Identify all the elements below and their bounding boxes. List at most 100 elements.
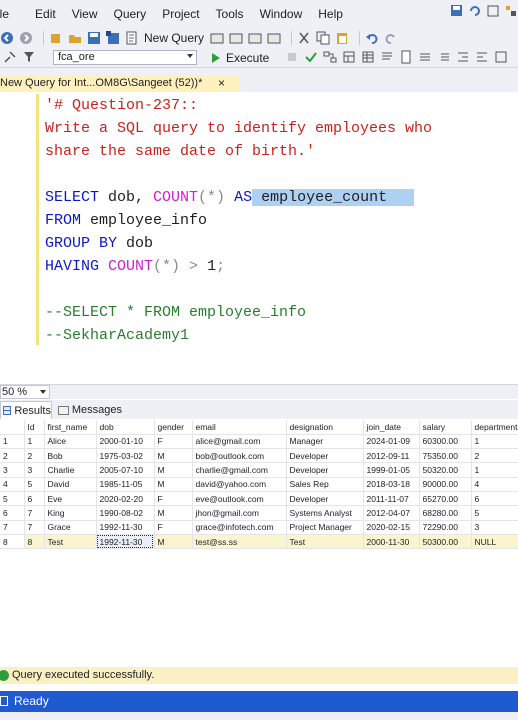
table-cell[interactable]: Alice bbox=[44, 434, 97, 450]
paste-icon[interactable] bbox=[335, 31, 349, 45]
table-row[interactable]: 6 7 King 1990-08-02 Mjhon@gmail.com Systems A… bbox=[0, 505, 518, 521]
table-cell[interactable]: grace@infotech.com bbox=[192, 520, 287, 535]
table-cell[interactable]: 8 bbox=[24, 534, 45, 550]
execute-button[interactable]: Execute bbox=[212, 50, 269, 65]
table-cell[interactable]: 6 bbox=[24, 491, 45, 507]
menu-project[interactable]: Project bbox=[162, 7, 209, 21]
table-row[interactable]: 3 3 Charlie 2005-07-10 Mcharlie@gmail.com Dev… bbox=[0, 462, 518, 478]
table-cell[interactable]: Manager bbox=[286, 434, 364, 450]
table-cell[interactable]: 2024-01-09 bbox=[363, 434, 420, 450]
table-cell[interactable]: 1 bbox=[24, 434, 45, 450]
parse-icon[interactable] bbox=[304, 50, 318, 64]
redo-icon[interactable] bbox=[384, 31, 398, 45]
table-cell[interactable]: Developer bbox=[286, 448, 364, 464]
column-header[interactable]: Id bbox=[24, 420, 45, 435]
column-header[interactable]: department bbox=[471, 420, 518, 435]
table-cell[interactable]: 75350.00 bbox=[419, 448, 472, 464]
table-cell[interactable]: 1999-01-05 bbox=[363, 462, 420, 478]
column-header[interactable] bbox=[0, 420, 25, 435]
table-cell[interactable]: 2 bbox=[471, 448, 518, 464]
table-cell[interactable]: 50320.00 bbox=[419, 462, 472, 478]
table-cell[interactable]: F bbox=[154, 434, 193, 450]
table-cell[interactable]: charlie@gmail.com bbox=[192, 462, 287, 478]
table-cell[interactable]: 2005-07-10 bbox=[96, 462, 155, 478]
specify-values-icon[interactable] bbox=[494, 50, 508, 64]
table-cell[interactable]: Eve bbox=[44, 491, 97, 507]
row-number[interactable]: 7 bbox=[0, 520, 25, 535]
stop-icon[interactable] bbox=[285, 50, 299, 64]
table-cell[interactable]: 1990-08-02 bbox=[96, 505, 155, 521]
table-cell[interactable]: 2012-04-07 bbox=[363, 505, 420, 521]
properties-icon[interactable] bbox=[504, 4, 518, 18]
table-row[interactable]: 1 1 Alice 2000-01-10 Falice@gmail.com Manager… bbox=[0, 434, 518, 450]
menu-view[interactable]: View bbox=[72, 7, 108, 21]
close-icon[interactable]: × bbox=[218, 75, 225, 92]
forward-icon[interactable] bbox=[19, 31, 33, 45]
table-row[interactable]: 2 2 Bob 1975-03-02 Mbob@outlook.com Developer… bbox=[0, 448, 518, 464]
table-row[interactable]: 8 8 Test 1992-11-30 Mtest@ss.ss Test 2000-11-3… bbox=[0, 534, 518, 550]
zoom-select[interactable]: 50 % bbox=[0, 385, 50, 399]
table-cell[interactable]: alice@gmail.com bbox=[192, 434, 287, 450]
table-cell[interactable]: david@yahoo.com bbox=[192, 477, 287, 492]
table-cell[interactable]: 72290.00 bbox=[419, 520, 472, 535]
table-cell[interactable]: 60300.00 bbox=[419, 434, 472, 450]
table-cell[interactable]: 1975-03-02 bbox=[96, 448, 155, 464]
table-cell[interactable]: M bbox=[154, 505, 193, 521]
query-design-icon[interactable] bbox=[342, 50, 356, 64]
menu-query[interactable]: Query bbox=[114, 7, 157, 21]
table-cell[interactable]: M bbox=[154, 534, 193, 550]
table-cell[interactable]: Bob bbox=[44, 448, 97, 464]
table-cell[interactable]: 50300.00 bbox=[419, 534, 472, 550]
menu-window[interactable]: Window bbox=[260, 7, 313, 21]
dmx-query-icon[interactable] bbox=[229, 31, 243, 45]
new-query-icon[interactable] bbox=[125, 31, 139, 45]
table-cell[interactable]: 2018-03-18 bbox=[363, 477, 420, 492]
table-row[interactable]: 7 7 Grace 1992-11-30 Fgrace@infotech.com Proj… bbox=[0, 520, 518, 535]
tab-results[interactable]: Results bbox=[0, 401, 52, 419]
column-header[interactable]: email bbox=[192, 420, 287, 435]
row-number[interactable]: 5 bbox=[0, 491, 25, 507]
table-cell[interactable]: 1 bbox=[471, 434, 518, 450]
copy-icon[interactable] bbox=[316, 31, 330, 45]
undo-icon[interactable] bbox=[365, 31, 379, 45]
table-cell[interactable]: 5 bbox=[471, 505, 518, 521]
table-cell[interactable]: 1985-11-05 bbox=[96, 477, 155, 492]
table-cell[interactable]: test@ss.ss bbox=[192, 534, 287, 550]
column-header[interactable]: dob bbox=[96, 420, 155, 435]
table-row[interactable]: 4 5 David 1985-11-05 Mdavid@yahoo.com Sales R… bbox=[0, 477, 518, 492]
new-query-button[interactable]: New Query bbox=[144, 31, 204, 45]
table-cell[interactable]: bob@outlook.com bbox=[192, 448, 287, 464]
table-cell[interactable]: Developer bbox=[286, 491, 364, 507]
database-select[interactable]: fca_ore bbox=[53, 50, 197, 65]
decrease-indent-icon[interactable] bbox=[456, 50, 470, 64]
table-cell[interactable]: Sales Rep bbox=[286, 477, 364, 492]
xmla-query-icon[interactable] bbox=[248, 31, 262, 45]
table-cell[interactable]: 3 bbox=[24, 462, 45, 478]
tab-query-document[interactable]: New Query for Int...OM8G\Sangeet (52))* … bbox=[0, 75, 240, 92]
table-cell[interactable]: 68280.00 bbox=[419, 505, 472, 521]
menu-help[interactable]: Help bbox=[318, 7, 353, 21]
results-grid[interactable]: Id first_name dob gender email designation joi… bbox=[0, 420, 518, 550]
table-cell[interactable]: Systems Analyst bbox=[286, 505, 364, 521]
table-cell[interactable]: eve@outlook.com bbox=[192, 491, 287, 507]
table-cell[interactable]: jhon@gmail.com bbox=[192, 505, 287, 521]
table-cell[interactable]: M bbox=[154, 462, 193, 478]
table-cell[interactable]: Charlie bbox=[44, 462, 97, 478]
save-icon[interactable] bbox=[87, 31, 101, 45]
table-cell[interactable]: 1 bbox=[471, 462, 518, 478]
table-cell[interactable]: King bbox=[44, 505, 97, 521]
uncomment-icon[interactable] bbox=[437, 50, 451, 64]
display-plan-icon[interactable] bbox=[323, 50, 337, 64]
table-cell[interactable]: 2020-02-20 bbox=[96, 491, 155, 507]
increase-indent-icon[interactable] bbox=[475, 50, 489, 64]
row-number[interactable]: 8 bbox=[0, 534, 25, 550]
comment-icon[interactable] bbox=[418, 50, 432, 64]
table-cell[interactable]: M bbox=[154, 477, 193, 492]
row-number[interactable]: 6 bbox=[0, 505, 25, 521]
connect-icon[interactable] bbox=[3, 50, 17, 64]
menu-tools[interactable]: Tools bbox=[216, 7, 254, 21]
row-number[interactable]: 4 bbox=[0, 477, 25, 492]
row-number[interactable]: 3 bbox=[0, 462, 25, 478]
column-header[interactable]: first_name bbox=[44, 420, 97, 435]
row-number[interactable]: 2 bbox=[0, 448, 25, 464]
